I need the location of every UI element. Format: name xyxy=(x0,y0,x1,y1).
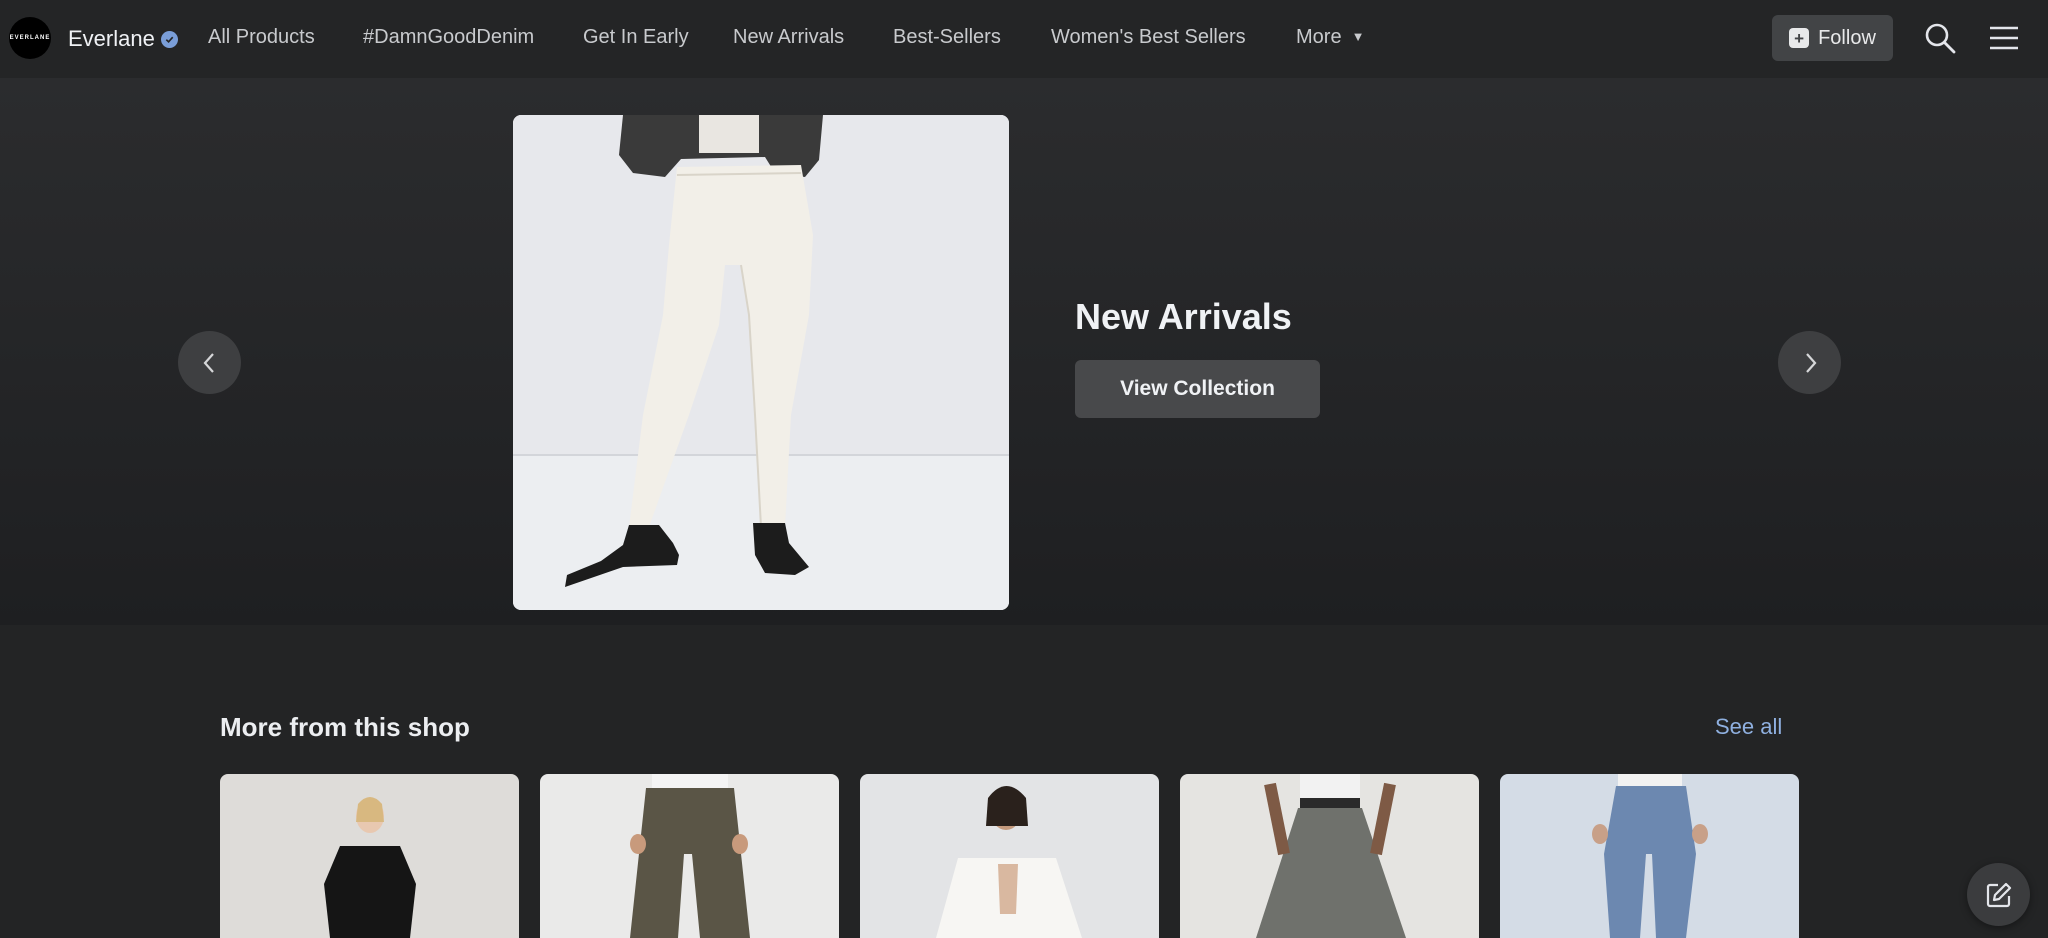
product-image xyxy=(1180,774,1479,938)
chevron-left-icon xyxy=(203,352,214,373)
nav-new-arrivals[interactable]: New Arrivals xyxy=(733,26,844,49)
search-icon[interactable] xyxy=(1922,20,1958,56)
section-title: More from this shop xyxy=(220,712,470,742)
nav-get-in-early[interactable]: Get In Early xyxy=(583,26,689,49)
follow-button[interactable]: + Follow xyxy=(1772,15,1893,61)
carousel-next-button[interactable] xyxy=(1778,331,1841,394)
carousel-prev-button[interactable] xyxy=(178,331,241,394)
hero-product-image[interactable] xyxy=(513,115,1009,610)
view-collection-button[interactable]: View Collection xyxy=(1075,360,1320,418)
brand-name: Everlane xyxy=(68,26,155,51)
compose-message-button[interactable] xyxy=(1967,863,2030,926)
nav-more-label: More xyxy=(1296,26,1342,48)
verified-badge-icon xyxy=(160,30,178,48)
brand-name-link[interactable]: Everlane xyxy=(68,26,178,52)
product-card[interactable] xyxy=(220,774,519,938)
hero-title: New Arrivals xyxy=(1075,296,1292,337)
caret-down-icon: ▼ xyxy=(1351,29,1365,44)
nav-womens-best-sellers[interactable]: Women's Best Sellers xyxy=(1051,26,1246,49)
product-image xyxy=(220,774,519,938)
follow-label: Follow xyxy=(1818,26,1876,49)
nav-more-dropdown[interactable]: More ▼ xyxy=(1296,26,1364,49)
chevron-right-icon xyxy=(1805,352,1816,373)
nav-damn-good-denim[interactable]: #DamnGoodDenim xyxy=(363,26,534,49)
logo-text: EVERLANE xyxy=(9,35,51,41)
see-all-link[interactable]: See all xyxy=(1715,714,1782,740)
plus-icon: + xyxy=(1789,28,1810,48)
menu-icon[interactable] xyxy=(1986,20,2022,56)
product-card[interactable] xyxy=(1180,774,1479,938)
brand-logo[interactable]: EVERLANE xyxy=(9,17,51,59)
product-card[interactable] xyxy=(540,774,839,938)
edit-icon xyxy=(1986,882,2011,907)
hero-carousel: New Arrivals View Collection xyxy=(0,78,2048,625)
product-image xyxy=(540,774,839,938)
nav-best-sellers[interactable]: Best-Sellers xyxy=(893,26,1001,49)
product-card[interactable] xyxy=(1500,774,1799,938)
top-navigation-bar: EVERLANE Everlane All Products #DamnGood… xyxy=(0,0,2048,78)
product-card[interactable] xyxy=(860,774,1159,938)
product-image xyxy=(860,774,1159,938)
nav-all-products[interactable]: All Products xyxy=(208,26,315,49)
product-image xyxy=(1500,774,1799,938)
